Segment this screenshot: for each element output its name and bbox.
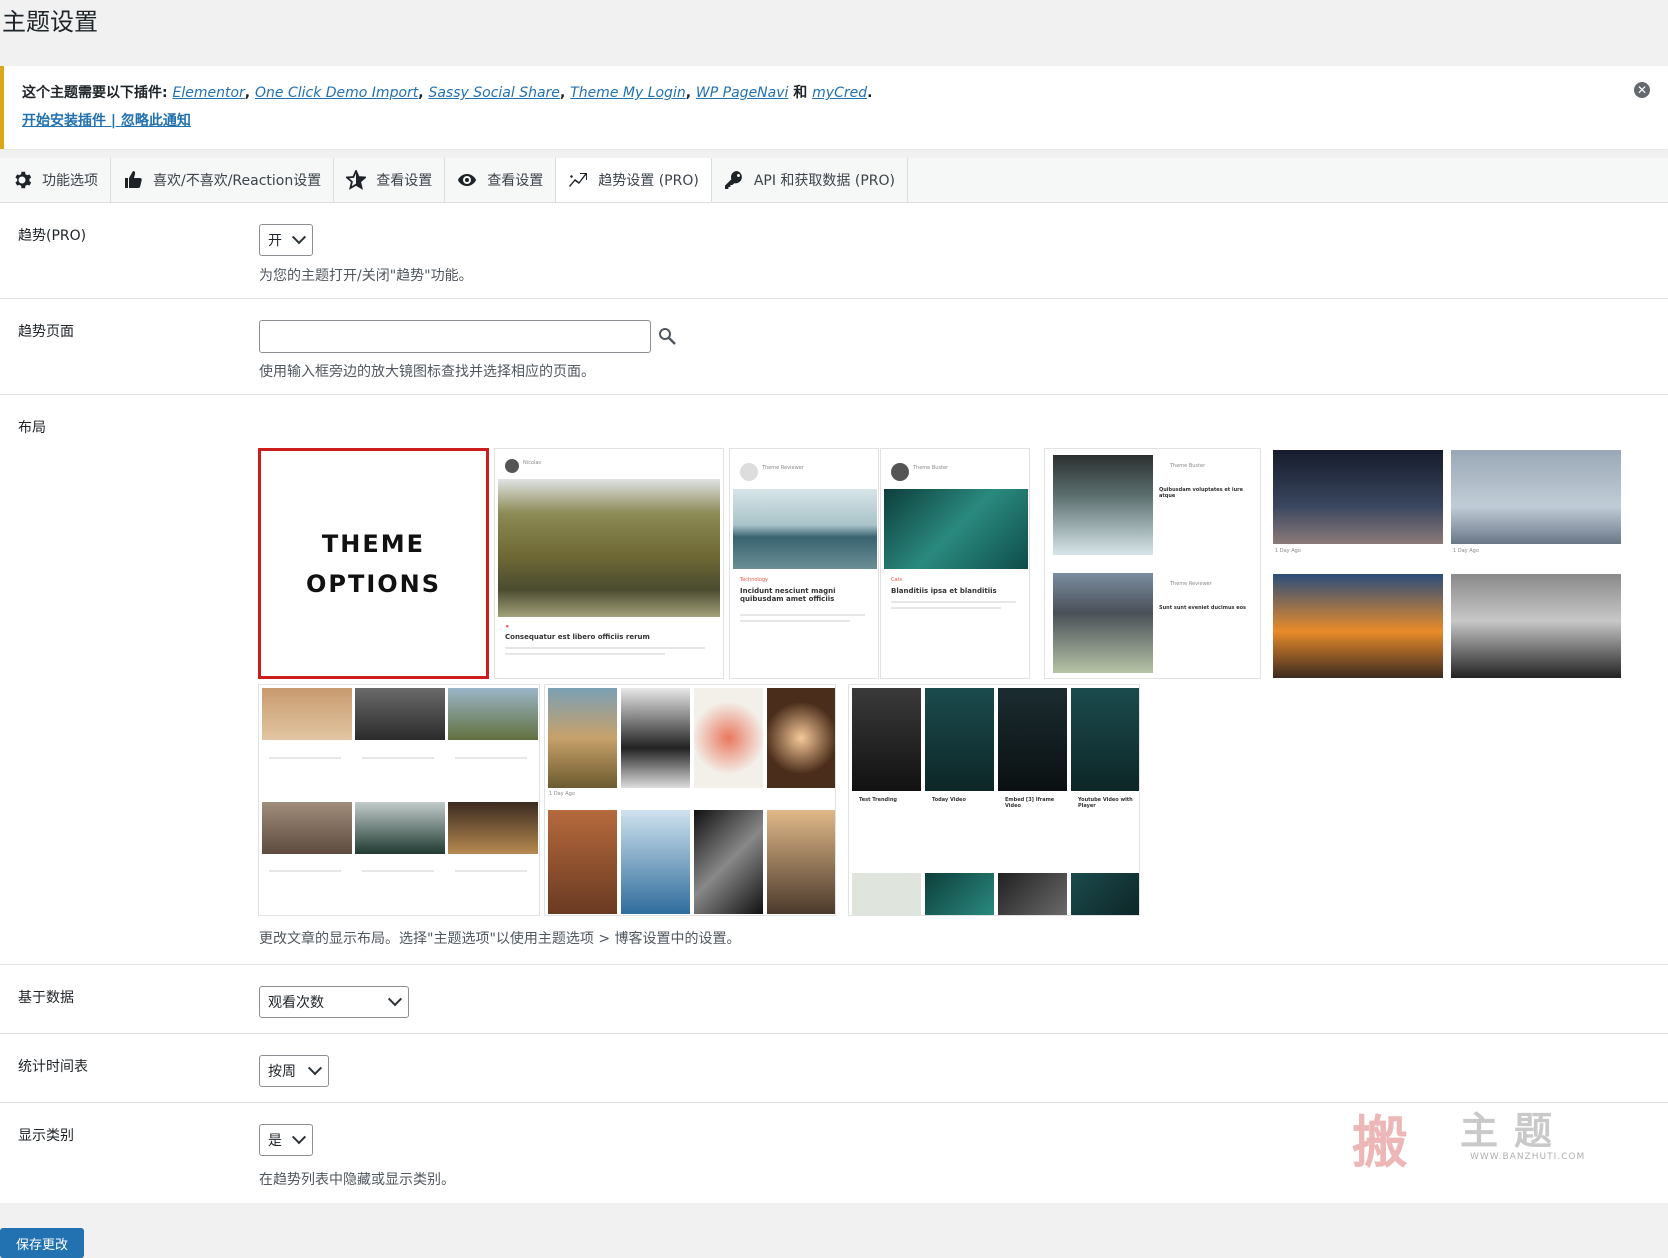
page-title: 主题设置 [2, 8, 98, 36]
field-desc: 更改文章的显示布局。选择"主题选项"以使用主题选项 > 博客设置中的设置。 [259, 931, 741, 947]
based-on-select[interactable]: 观看次数 [259, 986, 409, 1018]
field-desc: 使用输入框旁边的放大镜图标查找并选择相应的页面。 [259, 364, 595, 380]
search-icon[interactable] [658, 327, 676, 345]
tab-view-settings-1[interactable]: 查看设置 [334, 158, 446, 202]
chevron-down-icon [387, 992, 403, 1007]
save-button[interactable]: 保存更改 [0, 1228, 84, 1258]
field-label: 趋势(PRO) [18, 228, 87, 244]
install-plugins-link[interactable]: 开始安装插件 [22, 113, 106, 129]
layout-option-10[interactable]: Test Trending Today Video Embed [3] Ifra… [848, 684, 1140, 916]
field-desc: 为您的主题打开/关闭"趋势"功能。 [259, 268, 473, 284]
eye-icon [458, 174, 477, 186]
field-desc: 在趋势列表中隐藏或显示类别。 [259, 1172, 455, 1188]
plugin-link-tml[interactable]: Theme My Login [570, 85, 686, 101]
plugin-link-pagenavi[interactable]: WP PageNavi [696, 85, 788, 101]
theme-options-label: OPTIONS [305, 569, 442, 598]
plugin-notice: 这个主题需要以下插件: Elementor, One Click Demo Im… [0, 66, 1668, 149]
star-icon [346, 170, 367, 190]
tab-view-settings-2[interactable]: 查看设置 [445, 158, 557, 202]
tab-label: 喜欢/不喜欢/Reaction设置 [153, 173, 322, 189]
preview-image [733, 489, 877, 569]
gear-icon [15, 171, 32, 189]
chevron-down-icon [291, 230, 307, 245]
trending-icon [569, 173, 588, 187]
preview-image [498, 479, 720, 617]
thumbs-up-icon [125, 171, 142, 188]
plugin-link-mycred[interactable]: myCred [812, 85, 867, 101]
layout-option-4[interactable]: Theme Buster Cats Blanditiis ipsa et bla… [880, 448, 1030, 679]
preview-image [884, 489, 1028, 569]
theme-options-label: THEME [321, 529, 426, 558]
trending-select[interactable]: 开 [259, 224, 313, 256]
key-icon [724, 170, 742, 189]
tab-label: 查看设置 [376, 173, 433, 189]
field-label: 布局 [18, 420, 46, 436]
notice-prefix: 这个主题需要以下插件: [22, 85, 168, 101]
trending-page-input[interactable] [259, 320, 651, 353]
dismiss-notice-link[interactable]: 忽略此通知 [121, 113, 191, 129]
layout-option-7[interactable]: 1 Day Ago [1449, 448, 1623, 679]
row-trending: 趋势(PRO) 开 为您的主题打开/关闭"趋势"功能。 [0, 203, 1668, 299]
row-trending-page: 趋势页面 使用输入框旁边的放大镜图标查找并选择相应的页面。 [0, 299, 1668, 395]
settings-tabs: 功能选项 喜欢/不喜欢/Reaction设置 查看设置 查看设置 趋势设置 (P… [0, 158, 1668, 203]
preview-image [1451, 450, 1621, 544]
close-icon[interactable]: ✕ [1634, 82, 1650, 98]
tab-api[interactable]: API 和获取数据 (PRO) [711, 158, 908, 202]
preview-image [1273, 574, 1443, 678]
show-category-select[interactable]: 是 [259, 1124, 313, 1156]
tab-label: 功能选项 [42, 173, 98, 189]
preview-image [1053, 573, 1153, 673]
preview-image [1273, 450, 1443, 544]
layout-option-6[interactable]: 1 Day Ago [1271, 448, 1445, 679]
field-label: 显示类别 [18, 1128, 74, 1144]
layout-option-9[interactable]: 1 Day Ago [544, 684, 836, 916]
layout-option-5[interactable]: Theme Buster Quibusdam voluptates et iur… [1044, 448, 1261, 679]
chevron-down-icon [307, 1061, 323, 1076]
field-label: 统计时间表 [18, 1059, 88, 1075]
tab-label: API 和获取数据 (PRO) [753, 173, 895, 189]
preview-image [1053, 455, 1153, 555]
tab-label: 趋势设置 (PRO) [598, 173, 699, 189]
layout-option-3[interactable]: Theme Reviewer Technology Incidunt nesci… [729, 448, 879, 679]
preview-image [1451, 574, 1621, 678]
tab-reactions[interactable]: 喜欢/不喜欢/Reaction设置 [111, 158, 335, 202]
plugin-link-sassy[interactable]: Sassy Social Share [428, 85, 559, 101]
schedule-select[interactable]: 按周 [259, 1055, 329, 1087]
avatar [505, 459, 519, 473]
tab-trending[interactable]: 趋势设置 (PRO) [556, 158, 712, 202]
tab-label: 查看设置 [487, 173, 544, 189]
layout-option-8[interactable] [258, 684, 540, 916]
avatar [891, 463, 909, 481]
layout-options: THEME OPTIONS Nicolas • Consequatur est … [258, 448, 1638, 918]
plugin-link-elementor[interactable]: Elementor [172, 85, 244, 101]
row-schedule: 统计时间表 按周 [0, 1034, 1668, 1103]
avatar [740, 463, 758, 481]
layout-option-2[interactable]: Nicolas • Consequatur est libero officii… [494, 448, 724, 679]
plugin-link-ocdi[interactable]: One Click Demo Import [255, 85, 418, 101]
field-label: 基于数据 [18, 990, 74, 1006]
row-based-on: 基于数据 观看次数 [0, 965, 1668, 1034]
tab-features[interactable]: 功能选项 [0, 158, 111, 202]
watermark: 搬 主 题 WWW.BANZHUTI.COM [1352, 1108, 1586, 1176]
field-label: 趋势页面 [18, 324, 74, 340]
layout-option-theme-options[interactable]: THEME OPTIONS [258, 448, 489, 679]
chevron-down-icon [291, 1130, 307, 1145]
